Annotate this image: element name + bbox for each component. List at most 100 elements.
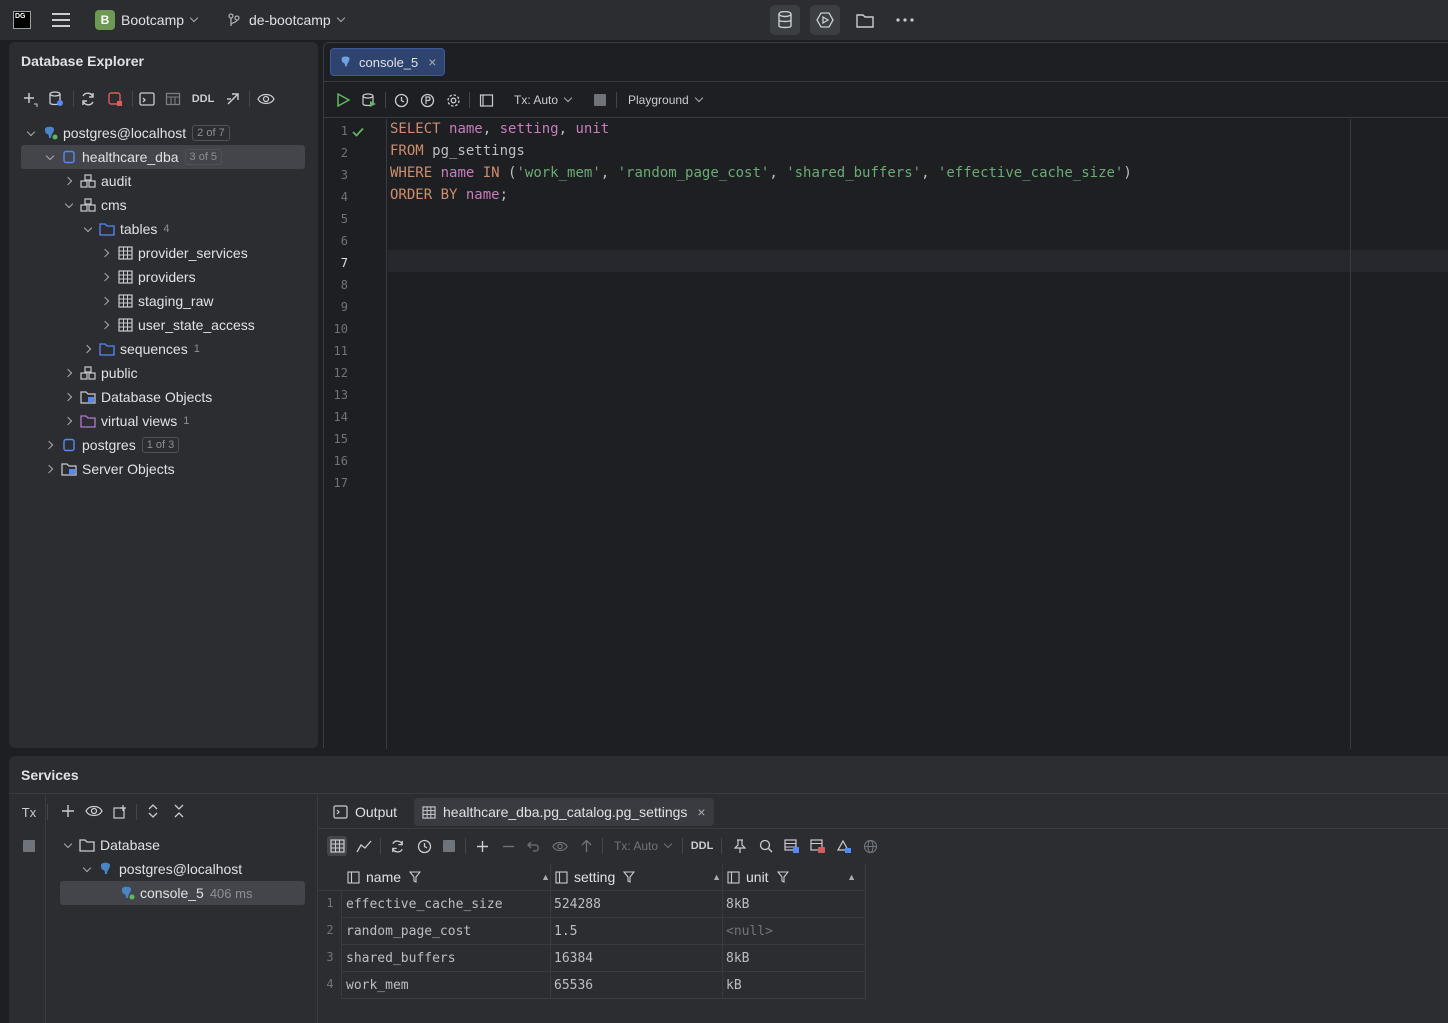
- parameters-icon[interactable]: [417, 90, 437, 110]
- tree-item-postgres[interactable]: postgres 1 of 3: [42, 433, 180, 457]
- chevron-down-icon[interactable]: [61, 197, 77, 213]
- tree-item-healthcare-dba[interactable]: healthcare_dba 3 of 5: [21, 145, 305, 169]
- column-header-unit[interactable]: unit ▲: [727, 864, 856, 890]
- export-data-icon[interactable]: [782, 836, 802, 856]
- project-selector[interactable]: B Bootcamp: [95, 0, 199, 40]
- chevron-right-icon[interactable]: [61, 173, 77, 189]
- add-icon[interactable]: [20, 89, 40, 109]
- database-icon[interactable]: [770, 5, 800, 35]
- run-icon[interactable]: [333, 90, 353, 110]
- tree-item-providers[interactable]: providers: [98, 265, 196, 289]
- expand-all-icon[interactable]: [143, 801, 163, 821]
- filter-icon[interactable]: [776, 871, 789, 883]
- chevron-right-icon[interactable]: [98, 245, 114, 261]
- sort-icon[interactable]: ▲: [541, 872, 550, 882]
- new-window-icon[interactable]: [110, 801, 130, 821]
- folder-icon[interactable]: [850, 5, 880, 35]
- services-tree-console-5[interactable]: console_5 406 ms: [60, 881, 305, 905]
- refresh-icon[interactable]: [78, 89, 98, 109]
- chevron-down-icon[interactable]: [60, 837, 76, 853]
- preview-changes-icon[interactable]: [550, 836, 570, 856]
- submit-icon[interactable]: [576, 836, 596, 856]
- history-icon[interactable]: [391, 90, 411, 110]
- add-icon[interactable]: [58, 801, 78, 821]
- tx-icon[interactable]: Tx: [19, 802, 39, 822]
- close-tab-icon[interactable]: ×: [428, 54, 436, 70]
- tab-console-5[interactable]: console_5 ×: [330, 48, 446, 76]
- chevron-right-icon[interactable]: [42, 437, 58, 453]
- tree-item-postgres-localhost[interactable]: postgres@localhost 2 of 7: [23, 121, 230, 145]
- tree-item-sequences[interactable]: sequences 1: [80, 337, 200, 361]
- stop-icon[interactable]: [590, 90, 610, 110]
- more-options-icon[interactable]: [890, 5, 920, 35]
- tab-output[interactable]: Output: [325, 798, 405, 826]
- chevron-right-icon[interactable]: [80, 341, 96, 357]
- chevron-right-icon[interactable]: [42, 461, 58, 477]
- chevron-down-icon[interactable]: [80, 221, 96, 237]
- ddl-button[interactable]: DDL: [689, 836, 715, 856]
- tree-item-server-objects[interactable]: Server Objects: [42, 457, 175, 481]
- tree-item-virtual-views[interactable]: virtual views 1: [61, 409, 189, 433]
- layout-icon[interactable]: [476, 90, 496, 110]
- history-icon[interactable]: [414, 836, 434, 856]
- tx-mode-dropdown[interactable]: Tx: Auto: [614, 836, 676, 856]
- tree-item-audit[interactable]: audit: [61, 169, 131, 193]
- console-icon[interactable]: [137, 89, 157, 109]
- chevron-down-icon[interactable]: [23, 125, 39, 141]
- tab-result-pg-settings[interactable]: healthcare_dba.pg_catalog.pg_settings ×: [414, 798, 714, 826]
- eye-icon[interactable]: [84, 801, 104, 821]
- cell-unit[interactable]: kB: [723, 972, 865, 999]
- chevron-down-icon[interactable]: [79, 861, 95, 877]
- sort-icon[interactable]: ▲: [847, 872, 856, 882]
- cell-setting[interactable]: 524288: [551, 891, 722, 918]
- cell-setting[interactable]: 1.5: [551, 918, 722, 945]
- chevron-right-icon[interactable]: [61, 413, 77, 429]
- tree-item-cms[interactable]: cms: [61, 193, 127, 217]
- cell-name[interactable]: random_page_cost: [342, 918, 550, 945]
- explain-plan-icon[interactable]: [359, 90, 379, 110]
- app-logo[interactable]: DG: [13, 0, 31, 40]
- close-tab-icon[interactable]: ×: [697, 804, 705, 820]
- services-tree-database[interactable]: Database: [60, 833, 160, 857]
- ddl-button[interactable]: DDL: [191, 89, 215, 109]
- chevron-right-icon[interactable]: [61, 365, 77, 381]
- cell-name[interactable]: shared_buffers: [342, 945, 550, 972]
- jump-icon[interactable]: [223, 89, 243, 109]
- tree-item-database-objects[interactable]: Database Objects: [61, 385, 212, 409]
- chevron-right-icon[interactable]: [61, 389, 77, 405]
- compare-icon[interactable]: [834, 836, 854, 856]
- cell-unit[interactable]: 8kB: [723, 945, 865, 972]
- chevron-right-icon[interactable]: [98, 269, 114, 285]
- pin-icon[interactable]: [730, 836, 750, 856]
- code-line-3[interactable]: WHERE name IN ('work_mem', 'random_page_…: [390, 165, 1132, 181]
- table-view-icon[interactable]: [163, 89, 183, 109]
- main-menu-icon[interactable]: [52, 0, 70, 40]
- cell-setting[interactable]: 65536: [551, 972, 722, 999]
- eye-icon[interactable]: [256, 89, 276, 109]
- playground-dropdown[interactable]: Playground: [628, 90, 708, 110]
- revert-icon[interactable]: [524, 836, 544, 856]
- filter-icon[interactable]: [623, 871, 636, 883]
- cell-name[interactable]: work_mem: [342, 972, 550, 999]
- tree-item-staging-raw[interactable]: staging_raw: [98, 289, 214, 313]
- cell-unit[interactable]: 8kB: [723, 891, 865, 918]
- branch-selector[interactable]: de-bootcamp: [227, 0, 345, 40]
- tree-item-tables[interactable]: tables 4: [80, 217, 169, 241]
- data-source-properties-icon[interactable]: [46, 89, 66, 109]
- code-line-4[interactable]: ORDER BY name;: [390, 187, 508, 203]
- tree-item-public[interactable]: public: [61, 361, 138, 385]
- cell-setting[interactable]: 16384: [551, 945, 722, 972]
- delete-row-icon[interactable]: [498, 836, 518, 856]
- cell-name[interactable]: effective_cache_size: [342, 891, 550, 918]
- code-line-2[interactable]: FROM pg_settings: [390, 143, 525, 159]
- import-data-icon[interactable]: [808, 836, 828, 856]
- tree-item-user-state-access[interactable]: user_state_access: [98, 313, 255, 337]
- globe-icon[interactable]: [860, 836, 880, 856]
- settings-gear-icon[interactable]: [443, 90, 463, 110]
- column-header-name[interactable]: name ▲: [347, 864, 550, 890]
- chart-icon[interactable]: [354, 836, 374, 856]
- filter-icon[interactable]: [409, 871, 422, 883]
- stop-icon[interactable]: [439, 836, 459, 856]
- services-run-icon[interactable]: [810, 5, 840, 35]
- tx-mode-dropdown[interactable]: Tx: Auto: [514, 90, 576, 110]
